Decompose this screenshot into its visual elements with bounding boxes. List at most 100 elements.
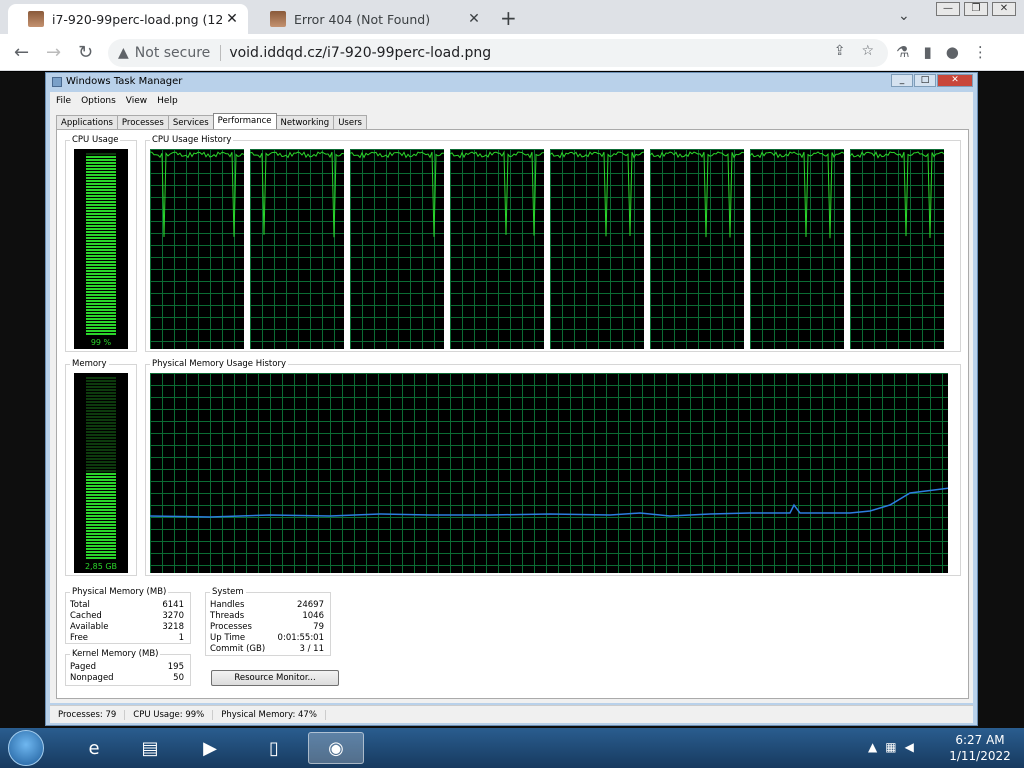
memory-group: Memory 2,85 GB (65, 359, 137, 576)
start-button[interactable] (8, 730, 44, 766)
security-label: Not secure (134, 45, 211, 61)
show-hidden-icons-icon[interactable]: ▲ (868, 740, 877, 754)
performance-panel: CPU Usage 99 % CPU Usage History Memory (56, 129, 969, 699)
chrome-icon[interactable]: ◉ (308, 732, 364, 764)
new-tab-button[interactable]: + (500, 6, 517, 30)
ie-icon[interactable]: e (66, 732, 122, 764)
minimize-button[interactable]: _ (891, 74, 913, 87)
omnibox-actions: ⇪ ☆ (834, 43, 874, 59)
stat-value: 1 (178, 633, 184, 643)
stat-key: Handles (210, 600, 245, 610)
stat-row: Free 1 (70, 633, 184, 644)
volume-icon[interactable]: ◀ (905, 740, 914, 754)
minimize-button[interactable]: — (936, 2, 960, 16)
physical-memory-stats: Total 6141 Cached 3270 Available 3218 Free 1 (70, 600, 184, 644)
menu-view[interactable]: View (126, 96, 147, 106)
cpu-core-graph (350, 149, 444, 349)
tab-error-404[interactable]: Error 404 (Not Found) ✕ (250, 4, 490, 34)
status-cpu: CPU Usage: 99% (125, 709, 214, 720)
physical-memory-group: Physical Memory (MB) Total 6141 Cached 327… (65, 587, 191, 644)
profile-icon[interactable]: ● (946, 43, 959, 61)
cpu-core-line (650, 151, 744, 238)
forward-icon[interactable]: → (46, 42, 61, 63)
tab-image[interactable]: i7-920-99perc-load.png (1230×8 ✕ (8, 4, 248, 34)
address-bar[interactable]: ▲ Not secure void.iddqd.cz/i7-920-99perc… (108, 39, 888, 67)
window-title-text: Windows Task Manager (66, 76, 183, 87)
stat-key: Commit (GB) (210, 644, 266, 654)
cpu-history-group: CPU Usage History (145, 135, 961, 352)
stat-key: Up Time (210, 633, 246, 643)
resource-monitor-button[interactable]: Resource Monitor... (211, 670, 339, 686)
tab-performance[interactable]: Performance (212, 113, 277, 130)
stat-row: Total 6141 (70, 600, 184, 611)
maximize-button[interactable]: ❐ (964, 2, 988, 16)
stat-row: Commit (GB) 3 / 11 (210, 644, 324, 655)
tab-title: Error 404 (Not Found) (294, 11, 431, 27)
cpu-core-line (250, 151, 344, 238)
page-viewport: Windows Task Manager _ □ ✕ File Options … (0, 72, 1024, 728)
chevron-down-icon[interactable]: ⌄ (898, 8, 910, 24)
menu-file[interactable]: File (56, 96, 71, 106)
back-icon[interactable]: ← (14, 42, 29, 63)
menu-options[interactable]: Options (81, 96, 116, 106)
close-icon[interactable]: ✕ (464, 11, 484, 27)
warning-icon: ▲ (118, 45, 129, 61)
document-icon[interactable]: ▯ (246, 732, 302, 764)
system-stats: Handles 24697 Threads 1046 Processes 79 Up … (210, 600, 324, 655)
memory-value: 2,85 GB (84, 562, 118, 571)
menu-help[interactable]: Help (157, 96, 178, 106)
toolbar-icons: ⚗ ▮ ● ⋮ (896, 43, 988, 61)
cpu-usage-label: CPU Usage (70, 135, 121, 145)
cpu-history-label: CPU Usage History (150, 135, 234, 145)
memory-meter: 2,85 GB (74, 373, 128, 573)
cpu-core-line (750, 151, 844, 239)
status-processes: Processes: 79 (50, 709, 126, 720)
clock-date: 1/11/2022 (949, 749, 1011, 763)
bookmark-star-icon[interactable]: ☆ (861, 43, 874, 59)
status-memory: Physical Memory: 47% (213, 709, 326, 720)
stat-value: 1046 (302, 611, 324, 621)
stat-value: 3270 (162, 611, 184, 621)
taskbar: e ▤ ▶ ▯ ◉ ▲ ▦ ◀ 6:27 AM 1/11/2022 (0, 728, 1024, 768)
clock[interactable]: 6:27 AM 1/11/2022 (940, 732, 1020, 764)
side-panel-icon[interactable]: ▮ (923, 43, 931, 61)
close-window-button[interactable]: ✕ (992, 2, 1016, 16)
system-label: System (210, 587, 246, 597)
media-player-icon[interactable]: ▶ (182, 732, 238, 764)
stat-row: Threads 1046 (210, 611, 324, 622)
divider (220, 45, 222, 61)
maximize-button[interactable]: □ (914, 74, 936, 87)
cpu-core-line (150, 151, 244, 238)
menu-icon[interactable]: ⋮ (973, 43, 988, 61)
cpu-core-graph (150, 149, 244, 349)
cpu-core-graph (750, 149, 844, 349)
favicon-icon (270, 11, 286, 27)
favicon-icon (28, 11, 44, 27)
status-bar: Processes: 79 CPU Usage: 99% Physical Me… (50, 705, 973, 723)
stat-key: Total (70, 600, 90, 610)
memory-history-group: Physical Memory Usage History (145, 359, 961, 576)
stat-value: 3218 (162, 622, 184, 632)
window-controls: — ❐ ✕ (936, 2, 1016, 16)
task-manager-window: Windows Task Manager _ □ ✕ File Options … (45, 72, 978, 726)
cpu-core-line (350, 151, 444, 237)
explorer-icon[interactable]: ▤ (122, 732, 178, 764)
cpu-usage-meter: 99 % (74, 149, 128, 349)
reload-icon[interactable]: ↻ (78, 42, 93, 63)
stat-key: Free (70, 633, 89, 643)
stat-key: Processes (210, 622, 252, 632)
stat-key: Threads (210, 611, 245, 621)
stat-value: 3 / 11 (299, 644, 325, 654)
stat-row: Cached 3270 (70, 611, 184, 622)
cpu-core-graph (550, 149, 644, 349)
network-icon[interactable]: ▦ (885, 740, 896, 754)
stat-key: Nonpaged (70, 673, 114, 683)
memory-fill (86, 473, 116, 559)
share-icon[interactable]: ⇪ (834, 43, 846, 59)
close-icon[interactable]: ✕ (222, 11, 242, 27)
stat-value: 24697 (296, 600, 324, 610)
close-button[interactable]: ✕ (937, 74, 973, 87)
extension-icon[interactable]: ⚗ (896, 43, 909, 61)
stat-row: Handles 24697 (210, 600, 324, 611)
physical-memory-label: Physical Memory (MB) (70, 587, 169, 597)
